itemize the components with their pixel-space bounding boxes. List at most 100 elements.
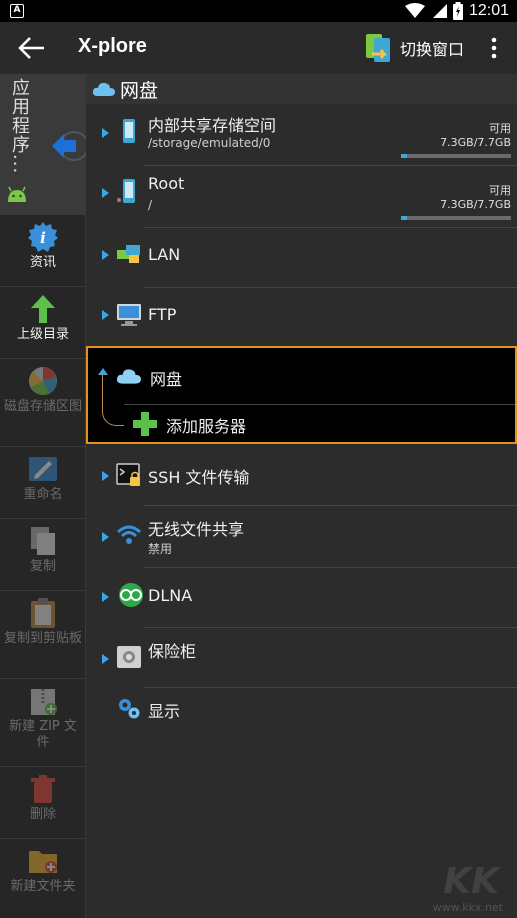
tool-label: 复制到剪贴板 <box>4 631 83 646</box>
expand-arrow-icon[interactable] <box>102 188 109 198</box>
pane-header[interactable]: 网盘 <box>86 74 517 104</box>
left-pane-tab[interactable]: 应用程序... <box>0 74 86 214</box>
root-free-info: 可用 7.3GB/7.7GB <box>440 184 511 212</box>
tool-label: 重命名 <box>23 487 63 502</box>
wifi-icon <box>404 3 425 18</box>
tool-parent-dir[interactable]: 上级目录 <box>0 286 86 358</box>
cloud-icon <box>92 82 115 96</box>
tool-label: 磁盘存储区图 <box>4 399 83 414</box>
switch-window-button[interactable]: 切换窗口 <box>364 30 464 66</box>
tool-info[interactable]: i 资讯 <box>0 214 86 286</box>
tool-rename[interactable]: 重命名 <box>0 446 86 518</box>
ssh-terminal-icon <box>116 463 140 486</box>
switch-window-label: 切换窗口 <box>400 40 465 59</box>
tool-new-folder[interactable]: 新建文件夹 <box>0 838 86 918</box>
wifi-share-row[interactable]: 无线文件共享 禁用 <box>86 506 517 568</box>
copy-icon <box>31 527 55 555</box>
overflow-menu-icon[interactable] <box>486 36 502 60</box>
row-divider <box>124 404 515 405</box>
root-title: Root <box>148 174 185 193</box>
display-settings-row[interactable]: 显示 <box>86 688 517 746</box>
gear-icon <box>119 699 140 719</box>
storage-free-info: 可用 7.3GB/7.7GB <box>440 122 511 150</box>
clock: 12:01 <box>468 2 509 19</box>
usage-bar-fill <box>401 154 407 158</box>
expand-arrow-icon[interactable] <box>102 654 109 664</box>
storage-title: 内部共享存储空间 <box>148 116 277 135</box>
expand-arrow-icon[interactable] <box>102 310 109 320</box>
tool-disk-map[interactable]: 磁盘存储区图 <box>0 358 86 446</box>
app-bar: X-plore 切换窗口 <box>0 22 517 74</box>
trash-icon <box>31 775 55 803</box>
usage-bar-fill <box>401 216 407 220</box>
status-icons: 12:01 <box>404 1 509 21</box>
battery-icon <box>452 2 463 20</box>
storage-size: 7.3GB/7.7GB <box>440 198 511 211</box>
disk-map-icon <box>29 367 57 396</box>
dlna-row[interactable]: DLNA <box>86 568 517 628</box>
phone-storage-icon <box>123 119 135 143</box>
dlna-icon <box>119 583 143 607</box>
lan-title: LAN <box>148 245 181 264</box>
root-row[interactable]: Root / 可用 7.3GB/7.7GB <box>86 166 517 228</box>
available-label: 可用 <box>489 122 511 135</box>
expand-arrow-icon[interactable] <box>102 250 109 260</box>
usage-bar <box>401 216 511 220</box>
ssh-title: SSH 文件传输 <box>148 468 250 487</box>
vault-row[interactable]: 保险柜 <box>86 628 517 688</box>
zip-icon <box>31 689 57 715</box>
app-title: X-plore <box>78 35 147 57</box>
tool-label: 删除 <box>29 807 56 822</box>
watermark-text: www.kkx.net <box>432 901 503 914</box>
lan-icon <box>117 245 140 263</box>
add-server-label: 添加服务器 <box>166 417 247 436</box>
expand-arrow-icon[interactable] <box>102 592 109 602</box>
back-arrow-icon[interactable] <box>16 34 46 62</box>
storage-path: /storage/emulated/0 <box>148 136 271 150</box>
wifi-status: 禁用 <box>148 542 173 556</box>
arrow-up-icon <box>31 295 55 323</box>
tool-delete[interactable]: 删除 <box>0 766 86 838</box>
cloud-title: 网盘 <box>150 370 183 389</box>
new-folder-icon <box>29 851 57 873</box>
ssh-row[interactable]: SSH 文件传输 <box>86 444 517 506</box>
android-icon <box>8 186 26 202</box>
vault-title: 保险柜 <box>148 642 197 661</box>
cloud-section-selected[interactable]: 网盘 添加服务器 <box>86 346 517 444</box>
status-bar: A 12:01 <box>0 0 517 22</box>
svg-text:i: i <box>40 229 46 247</box>
lan-row[interactable]: LAN <box>86 228 517 288</box>
wifi-title: 无线文件共享 <box>148 520 245 539</box>
ftp-monitor-icon <box>117 304 141 326</box>
left-pane-title: 应用程序... <box>9 78 30 175</box>
left-toolbar: 应用程序... i 资讯 上级目录 磁盘存储区图 重命名 复制 复制到剪贴板 新… <box>0 74 86 918</box>
add-plus-icon <box>133 412 157 436</box>
clipboard-icon <box>31 598 55 628</box>
add-server-row[interactable]: 添加服务器 <box>128 408 508 438</box>
dlna-title: DLNA <box>148 586 193 605</box>
file-list-pane: 网盘 内部共享存储空间 /storage/emulated/0 可用 7.3GB… <box>86 74 517 918</box>
watermark-logo: KK <box>443 861 499 902</box>
internal-storage-row[interactable]: 内部共享存储空间 /storage/emulated/0 可用 7.3GB/7.… <box>86 104 517 166</box>
info-icon: i <box>28 222 58 252</box>
cloud-icon <box>116 369 141 384</box>
switch-window-icon <box>366 34 390 62</box>
expand-arrow-icon[interactable] <box>102 471 109 481</box>
available-label: 可用 <box>489 184 511 197</box>
expand-arrow-icon[interactable] <box>102 532 109 542</box>
tool-label: 新建文件夹 <box>10 879 76 894</box>
tool-new-zip[interactable]: 新建 ZIP 文件 <box>0 678 86 766</box>
tool-copy-clipboard[interactable]: 复制到剪贴板 <box>0 590 86 678</box>
root-path: / <box>148 198 153 212</box>
drag-arrow-icon <box>52 131 86 161</box>
tool-label: 资讯 <box>29 255 56 270</box>
vault-safe-icon <box>117 646 141 668</box>
ftp-title: FTP <box>148 305 177 324</box>
expand-arrow-icon[interactable] <box>102 128 109 138</box>
tool-copy[interactable]: 复制 <box>0 518 86 590</box>
phone-root-icon <box>117 179 135 203</box>
signal-icon <box>432 4 447 18</box>
ftp-row[interactable]: FTP <box>86 288 517 346</box>
tool-label: 新建 ZIP 文件 <box>9 719 77 750</box>
tool-label: 上级目录 <box>16 327 69 342</box>
